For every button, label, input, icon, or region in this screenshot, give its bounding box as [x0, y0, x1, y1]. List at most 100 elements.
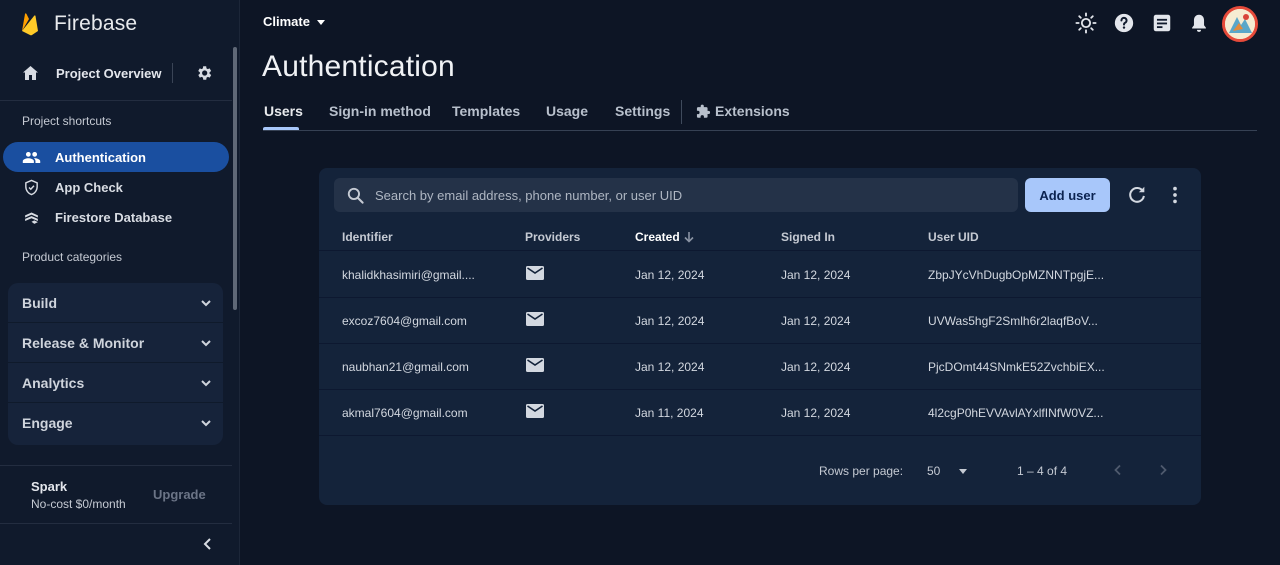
plan-name: Spark [31, 479, 68, 494]
product-categories: Build Release & Monitor Analytics Engage [8, 283, 223, 445]
category-engage[interactable]: Engage [8, 403, 223, 443]
mail-icon [526, 312, 544, 326]
rows-per-page-select[interactable]: 50 [926, 460, 976, 482]
divider [681, 100, 682, 124]
tab-settings[interactable]: Settings [615, 103, 670, 119]
cell-uid: 4l2cgP0hEVVAvlAYxlfINfW0VZ... [928, 406, 1104, 420]
sort-arrow-down-icon[interactable] [682, 230, 696, 244]
table-row[interactable]: naubhan21@gmail.com Jan 12, 2024 Jan 12,… [319, 344, 1201, 390]
sidebar-item-label: Firestore Database [55, 209, 173, 225]
avatar[interactable] [1222, 6, 1258, 42]
column-header-created[interactable]: Created [635, 230, 680, 244]
tab-sign-in-method[interactable]: Sign-in method [329, 103, 431, 119]
cell-uid: ZbpJYcVhDugbOpMZNNTpgjE... [928, 268, 1105, 282]
shield-icon [25, 179, 38, 196]
search-input[interactable] [375, 178, 1005, 212]
category-label: Release & Monitor [22, 334, 145, 351]
firebase-brand[interactable]: Firebase [20, 10, 137, 38]
mail-icon [526, 358, 544, 372]
project-name: Climate [263, 14, 310, 29]
rows-per-page-label: Rows per page: [819, 464, 904, 478]
notifications-bell-icon[interactable] [1188, 12, 1210, 34]
sidebar-scrollbar[interactable] [233, 47, 237, 310]
cell-identifier: naubhan21@gmail.com [342, 360, 469, 374]
chevron-down-icon [201, 420, 211, 427]
extensions-puzzle-icon [696, 104, 711, 118]
tab-bar: Users Sign-in method Templates Usage Set… [263, 100, 1257, 131]
tab-templates[interactable]: Templates [452, 103, 520, 119]
more-vert-icon[interactable] [1164, 184, 1186, 206]
firestore-icon [25, 212, 38, 224]
column-header-identifier[interactable]: Identifier [342, 230, 393, 244]
sidebar: Firebase Project Overview Project shortc… [0, 0, 240, 565]
help-icon[interactable] [1113, 12, 1135, 34]
add-user-button[interactable]: Add user [1025, 178, 1110, 212]
collapse-sidebar-icon[interactable] [200, 536, 216, 552]
search-icon [347, 187, 364, 204]
refresh-icon[interactable] [1126, 184, 1148, 206]
sidebar-item-authentication[interactable]: Authentication [3, 142, 229, 172]
cell-created: Jan 12, 2024 [635, 360, 705, 374]
column-header-user-uid[interactable]: User UID [928, 230, 979, 244]
pagination: Rows per page: 50 1 – 4 of 4 [319, 452, 1201, 488]
caret-down-icon [959, 469, 967, 474]
active-tab-indicator [263, 127, 299, 130]
cell-signed-in: Jan 12, 2024 [781, 268, 851, 282]
sidebar-item-app-check[interactable]: App Check [3, 172, 229, 202]
column-header-providers[interactable]: Providers [525, 230, 580, 244]
chevron-down-icon [201, 380, 211, 387]
tab-extensions[interactable]: Extensions [696, 103, 790, 119]
previous-page-icon[interactable] [1111, 463, 1125, 477]
cell-signed-in: Jan 12, 2024 [781, 360, 851, 374]
avatar-image-icon [1225, 9, 1255, 39]
cell-identifier: excoz7604@gmail.com [342, 314, 467, 328]
rows-per-page-value: 50 [927, 464, 941, 478]
upgrade-button[interactable]: Upgrade [153, 487, 206, 502]
project-overview-label: Project Overview [56, 65, 162, 81]
cell-identifier: akmal7604@gmail.com [342, 406, 468, 420]
table-row[interactable]: khalidkhasimiri@gmail.... Jan 12, 2024 J… [319, 252, 1201, 298]
tab-label: Extensions [715, 103, 790, 119]
categories-label: Product categories [22, 250, 123, 264]
plan-description: No-cost $0/month [31, 497, 126, 511]
theme-sun-icon[interactable] [1075, 12, 1097, 34]
firebase-logo-icon [22, 13, 38, 36]
cell-identifier: khalidkhasimiri@gmail.... [342, 268, 475, 282]
category-label: Analytics [22, 374, 85, 391]
sidebar-item-label: App Check [55, 179, 123, 195]
project-selector[interactable]: Climate [263, 14, 328, 29]
chevron-down-icon [201, 300, 211, 307]
tab-users[interactable]: Users [264, 103, 303, 119]
cell-uid: UVWas5hgF2Smlh6r2laqfBoV... [928, 314, 1098, 328]
sidebar-item-label: Authentication [55, 149, 146, 165]
cell-signed-in: Jan 12, 2024 [781, 406, 851, 420]
app-name: Firebase [54, 12, 138, 35]
table-row[interactable]: excoz7604@gmail.com Jan 12, 2024 Jan 12,… [319, 298, 1201, 344]
cell-created: Jan 12, 2024 [635, 314, 705, 328]
home-icon [23, 66, 38, 80]
category-build[interactable]: Build [8, 283, 223, 323]
category-label: Build [22, 294, 57, 311]
people-icon [22, 151, 41, 164]
feedback-icon[interactable] [1151, 12, 1173, 34]
sidebar-item-firestore-database[interactable]: Firestore Database [3, 202, 229, 232]
mail-icon [526, 404, 544, 418]
column-header-signed-in[interactable]: Signed In [781, 230, 835, 244]
caret-down-icon [316, 19, 325, 25]
page-title: Authentication [262, 50, 455, 83]
cell-signed-in: Jan 12, 2024 [781, 314, 851, 328]
next-page-icon[interactable] [1156, 463, 1170, 477]
divider [0, 465, 232, 466]
divider [0, 100, 232, 101]
tab-usage[interactable]: Usage [546, 103, 588, 119]
divider [0, 523, 232, 524]
gear-icon[interactable] [195, 64, 213, 82]
table-row[interactable]: akmal7604@gmail.com Jan 11, 2024 Jan 12,… [319, 390, 1201, 436]
category-release-monitor[interactable]: Release & Monitor [8, 323, 223, 363]
project-overview-link[interactable]: Project Overview [0, 56, 232, 90]
category-label: Engage [22, 415, 73, 431]
divider [172, 63, 173, 83]
mail-icon [526, 266, 544, 280]
table-header: Identifier Providers Created Signed In U… [319, 225, 1201, 251]
category-analytics[interactable]: Analytics [8, 363, 223, 403]
